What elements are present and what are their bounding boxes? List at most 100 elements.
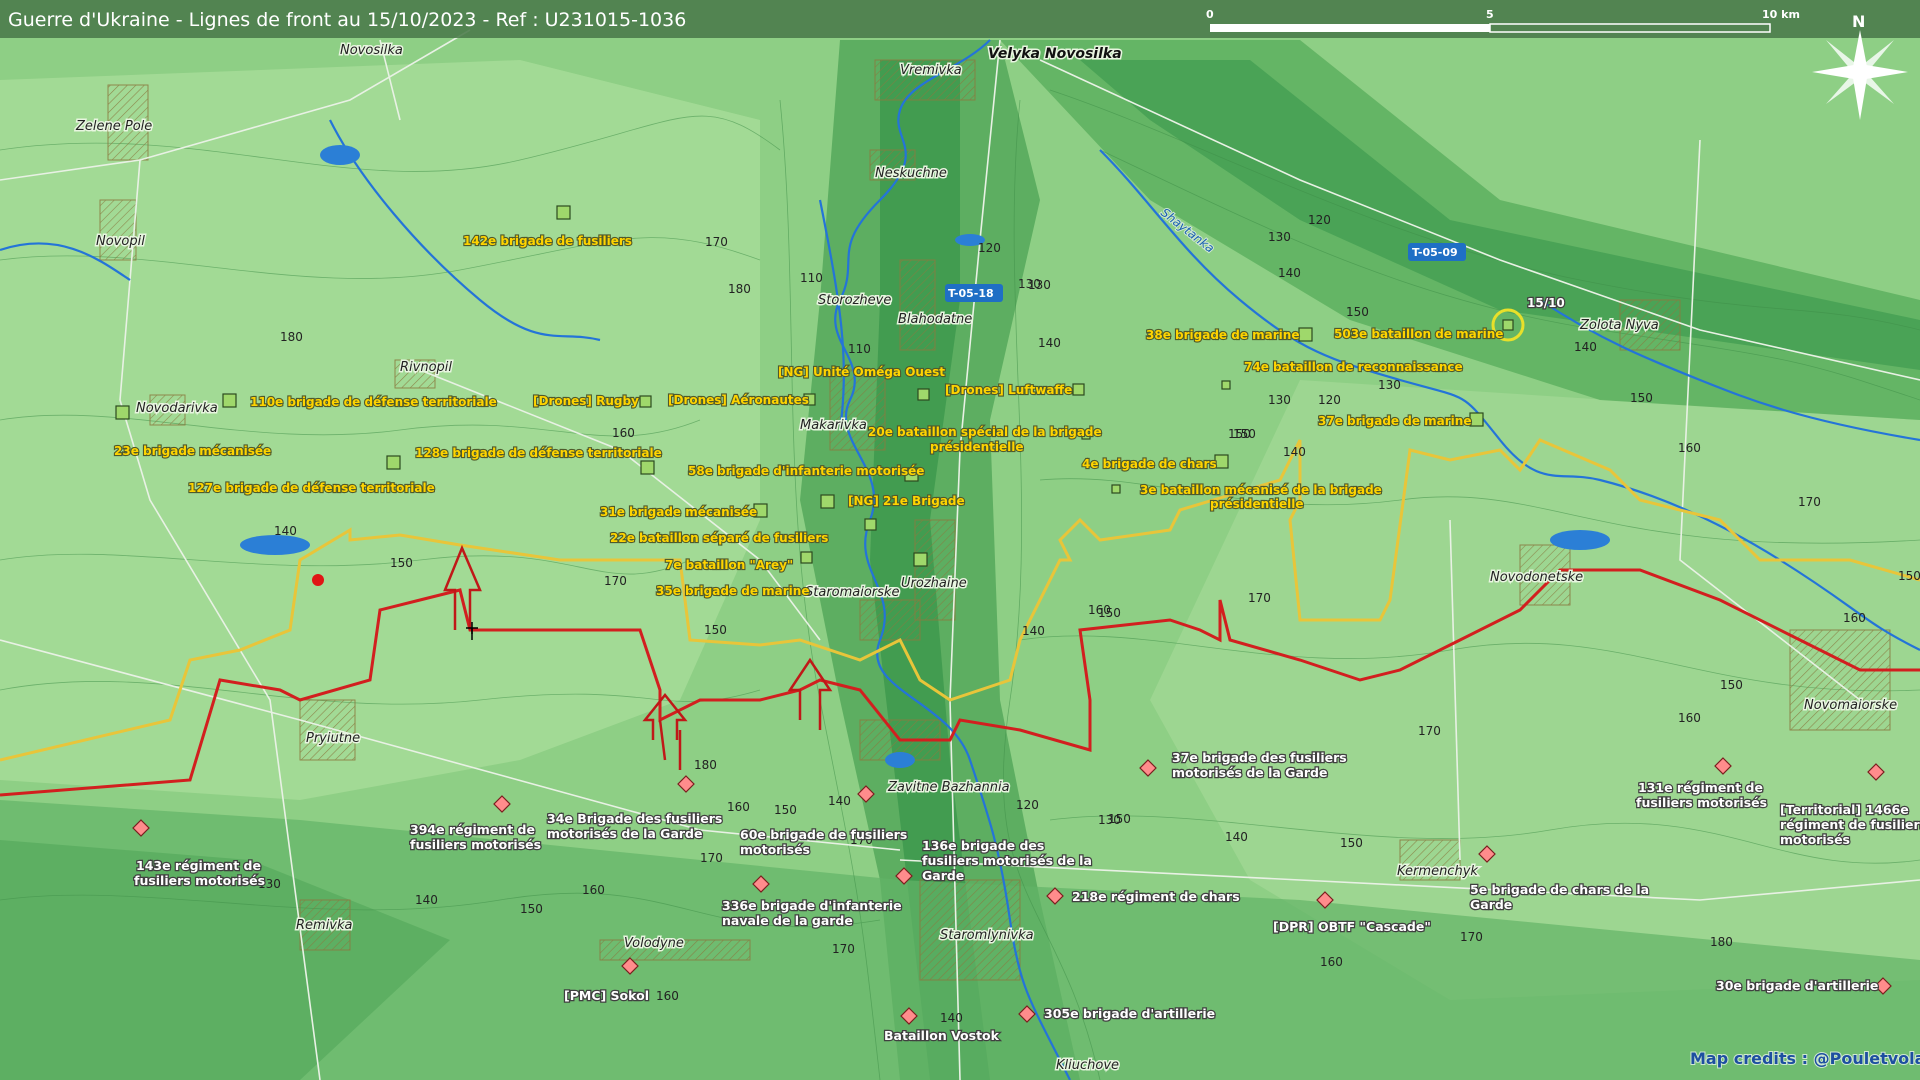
ru-unit-37e-l1: 37e brigade des fusiliers [1172,750,1347,765]
place-neskuchne: Neskuchne [875,166,947,181]
elev: 150 [1898,569,1920,583]
ru-unit-vostok: Bataillon Vostok [884,1028,1000,1043]
elev: 150 [1346,305,1369,319]
elev: 120 [1016,798,1039,812]
ru-unit-394e-l1: 394e régiment de [410,822,535,837]
ru-unit-37e-l2: motorisés de la Garde [1172,765,1327,780]
ua-unit-ng-omega: [NG] Unité Oméga Ouest [778,365,945,379]
ru-unit-1466e-l3: motorisés [1780,832,1850,847]
place-volodyne: Volodyne [624,936,684,951]
elev: 180 [728,282,751,296]
elev: 140 [1022,624,1045,638]
map-canvas[interactable]: 15/10 T-05-18 T-05-09 Shaytanka Velyka N… [0,0,1920,1080]
place-staromaiorske: Staromaiorske [805,585,899,600]
place-novodonetske: Novodonetske [1490,570,1583,585]
red-dot-marker [312,574,324,586]
elev: 150 [520,902,543,916]
elev: 170 [700,851,723,865]
ua-unit-4e-chars: 4e brigade de chars [1082,457,1217,471]
date-marker-label: 15/10 [1527,296,1565,310]
ua-unit-37e-marine: 37e brigade de marine [1318,414,1471,428]
ru-unit-136e-l1: 136e brigade des [922,838,1044,853]
elev: 140 [1225,830,1248,844]
ua-unit-22e: 22e bataillon séparé de fusiliers [610,531,828,545]
ua-unit-35e: 35e brigade de marine [656,584,809,598]
elev: 150 [1340,836,1363,850]
elev: 130 [1268,393,1291,407]
map-credits: Map credits : @Pouletvolant3 [1690,1049,1920,1068]
ru-unit-pmc-sokol: [PMC] Sokol [564,988,649,1003]
ru-unit-143e-l1: 143e régiment de [136,858,261,873]
ru-unit-143e-l2: fusiliers motorisés [134,873,265,888]
elev: 150 [1630,391,1653,405]
elev: 150 [390,556,413,570]
ru-unit-218e: 218e régiment de chars [1072,889,1240,904]
place-novosilka: Novosilka [340,43,403,58]
place-staromlynivka: Staromlynivka [940,928,1034,943]
road-tag-t0509-label: T-05-09 [1412,246,1458,259]
ua-unit-23e: 23e brigade mécanisée [114,444,271,458]
ua-unit-ng-21e: [NG] 21e Brigade [848,494,965,508]
elev: 160 [1320,955,1343,969]
ru-unit-305e: 305e brigade d'artillerie [1044,1006,1215,1021]
elev: 130 [1378,378,1401,392]
elev: 170 [705,235,728,249]
ua-unit-74e: 74e bataillon de reconnaissance [1244,360,1463,374]
elev: 150 [774,803,797,817]
scale-label-0: 0 [1206,8,1214,21]
road-tag-t0518-label: T-05-18 [948,287,994,300]
elev: 170 [1418,724,1441,738]
ru-unit-336e-l1: 336e brigade d'infanterie [722,898,902,913]
elev: 150 [1108,812,1131,826]
place-makarivka: Makarivka [800,418,867,433]
ua-unit-142e: 142e brigade de fusiliers [463,234,632,248]
elev: 140 [828,794,851,808]
elev: 140 [1038,336,1061,350]
place-velyka-novosilka: Velyka Novosilka [988,46,1122,62]
place-vremivka: Vremivka [900,63,962,78]
road-tag-t0509[interactable]: T-05-09 [1408,243,1466,261]
road-tag-t0518[interactable]: T-05-18 [945,284,1003,302]
ru-unit-136e-l2: fusiliers motorisés de la [922,853,1092,868]
elev: 110 [800,271,823,285]
elev: 170 [832,942,855,956]
elev: 180 [1710,935,1733,949]
elev: 160 [1678,441,1701,455]
ru-unit-60e-l2: motorisés [740,842,810,857]
ru-unit-131e-l2: fusiliers motorisés [1636,795,1767,810]
place-novodarivka: Novodarivka [136,401,218,416]
elev: 130 [1028,278,1051,292]
scale-label-5: 5 [1486,8,1494,21]
ru-unit-136e-l3: Garde [922,868,964,883]
elev: 120 [1308,213,1331,227]
ua-unit-38e: 38e brigade de marine [1146,328,1299,342]
elev: 160 [582,883,605,897]
elev: 140 [274,524,297,538]
ua-unit-7e-arey: 7e bataillon "Arey" [665,558,793,572]
ua-unit-drones-rugby: [Drones] Rugby [533,394,639,408]
elev: 150 [1098,606,1121,620]
place-novopil: Novopil [96,234,145,249]
elev: 130 [1268,230,1291,244]
ru-unit-60e-l1: 60e brigade de fusiliers [740,827,907,842]
ua-unit-3e-line1: 3e bataillon mécanisé de la brigade [1140,483,1382,497]
elev: 120 [1318,393,1341,407]
elev: 140 [1283,445,1306,459]
ru-unit-5e-l2: Garde [1470,897,1512,912]
scale-label-10: 10 km [1762,8,1800,21]
ru-unit-131e-l1: 131e régiment de [1638,780,1763,795]
ua-unit-127e: 127e brigade de défense territoriale [188,481,435,495]
ru-unit-1466e-l2: régiment de fusiliers [1780,817,1920,832]
elev: 140 [415,893,438,907]
elev: 150 [704,623,727,637]
ru-unit-dpr-cascade: [DPR] OBTF "Cascade" [1273,919,1431,934]
elev: 170 [1248,591,1271,605]
place-novomaiorske: Novomaiorske [1804,698,1897,713]
elev: 110 [848,342,871,356]
ru-unit-34e-l1: 34e Brigade des fusiliers [547,811,722,826]
elev: 140 [1278,266,1301,280]
ua-unit-58e: 58e brigade d'infanterie motorisée [688,464,924,478]
elev: 180 [694,758,717,772]
terrain-plateau [0,60,760,800]
place-urozhaine: Urozhaine [901,576,967,591]
